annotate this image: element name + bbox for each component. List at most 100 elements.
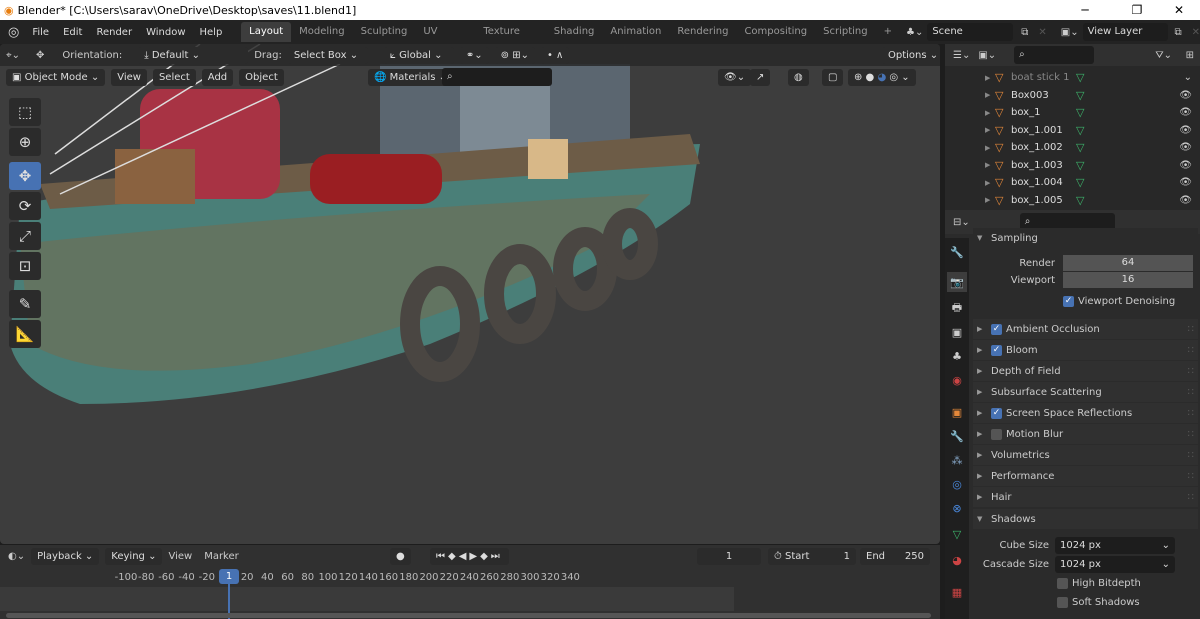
panel-ambient-occlusion[interactable]: ▶ ✓ Ambient Occlusion ∷ <box>973 319 1198 339</box>
world-tab-icon[interactable]: ◉ <box>947 370 967 390</box>
visibility-eye-icon[interactable]: 👁 <box>1179 160 1192 171</box>
panel-depth-of-field[interactable]: ▶ Depth of Field ∷ <box>973 361 1198 381</box>
object-tab-icon[interactable]: ▣ <box>947 402 967 422</box>
panel-shadows[interactable]: ▼ Shadows <box>973 509 1198 529</box>
menu-edit[interactable]: Edit <box>56 27 89 38</box>
tool-tab-icon[interactable]: 🔧 <box>947 242 967 262</box>
drag-handle-icon[interactable]: ∷ <box>1188 429 1194 440</box>
tab-scripting[interactable]: Scripting <box>815 22 875 42</box>
view-layer-icon[interactable]: ▣⌄ <box>1061 27 1079 38</box>
overlay-icon[interactable]: ◍ <box>788 68 809 86</box>
cascade-size-dropdown[interactable]: 1024 px ⌄ <box>1055 556 1175 573</box>
display-mode-icon[interactable]: ☰⌄ <box>953 50 970 61</box>
add-menu[interactable]: Add <box>201 68 234 86</box>
expand-icon[interactable]: ▶ <box>985 109 995 117</box>
xray-icon[interactable]: ▢ <box>822 68 844 86</box>
visibility-eye-icon[interactable]: 👁 <box>1179 90 1192 101</box>
panel-performance[interactable]: ▶ Performance ∷ <box>973 466 1198 486</box>
drag-handle-icon[interactable]: ∷ <box>1188 450 1194 461</box>
high-bitdepth-checkbox[interactable]: High Bitdepth <box>1057 578 1141 589</box>
drag-handle-icon[interactable]: ∷ <box>1188 345 1194 356</box>
panel-volumetrics[interactable]: ▶ Volumetrics ∷ <box>973 445 1198 465</box>
expand-icon[interactable]: ▶ <box>985 161 995 169</box>
new-collection-icon[interactable]: ⊞ <box>1186 50 1194 61</box>
tab-texture-paint[interactable]: Texture Paint <box>475 22 545 57</box>
constraints-tab-icon[interactable]: ⊗ <box>947 498 967 518</box>
drag-handle-icon[interactable]: ∷ <box>1188 408 1194 419</box>
menu-render[interactable]: Render <box>89 27 139 38</box>
scene-field[interactable]: Scene <box>927 23 1014 41</box>
scene-tab-icon[interactable]: ♣ <box>947 346 967 366</box>
drag-handle-icon[interactable]: ∷ <box>1188 492 1194 503</box>
outliner-item[interactable]: ▶ ▽ box_1.003 ▽ 👁 <box>945 157 1200 174</box>
tab-layout[interactable]: Layout <box>241 22 292 42</box>
viewport-denoising-checkbox[interactable]: ✓ Viewport Denoising <box>1063 296 1175 307</box>
checkbox-unchecked-icon[interactable] <box>991 428 1002 440</box>
outliner-item[interactable]: ▶ ▽ box_1.005 ▽ 👁 <box>945 192 1200 209</box>
panel-hair[interactable]: ▶ Hair ∷ <box>973 487 1198 507</box>
orientation-dropdown[interactable]: ⤓ Default ⌄ <box>138 46 249 64</box>
tab-compositing[interactable]: Compositing <box>736 22 815 42</box>
visibility-icon[interactable]: 👁⌄ <box>718 68 752 86</box>
outliner-item[interactable]: ▶ ▽ box_1.002 ▽ 👁 <box>945 139 1200 156</box>
expand-icon[interactable]: ▶ <box>985 91 995 99</box>
cursor-tool-icon[interactable]: ⊕ <box>9 128 41 156</box>
options-dropdown[interactable]: Options ⌄ <box>882 46 940 64</box>
cube-size-dropdown[interactable]: 1024 px ⌄ <box>1055 537 1175 554</box>
transform-tool-icon[interactable]: ⊡ <box>9 252 41 280</box>
checkbox-checked-icon[interactable]: ✓ <box>991 407 1002 419</box>
measure-tool-icon[interactable]: 📐 <box>9 320 41 348</box>
drag-handle-icon[interactable]: ∷ <box>1188 324 1194 335</box>
outliner-search-input[interactable]: ⌕ <box>1014 46 1095 64</box>
view-menu[interactable]: View <box>168 551 192 562</box>
material-tab-icon[interactable]: ◕ <box>947 550 967 570</box>
menu-file[interactable]: File <box>25 27 56 38</box>
panel-sampling[interactable]: ▼ Sampling <box>973 228 1198 248</box>
physics-tab-icon[interactable]: ◎ <box>947 474 967 494</box>
select-box-tool-icon[interactable]: ⬚ <box>9 98 41 126</box>
object-menu[interactable]: Object <box>239 68 284 86</box>
editor-type-clock-icon[interactable]: ◐⌄ <box>8 551 25 562</box>
viewport-samples-field[interactable]: 16 <box>1063 272 1193 288</box>
expand-icon[interactable]: ▶ <box>985 196 995 204</box>
view-layer-field[interactable]: View Layer <box>1082 23 1169 41</box>
panel-bloom[interactable]: ▶ ✓ Bloom ∷ <box>973 340 1198 360</box>
drag-dropdown[interactable]: Select Box ⌄ <box>287 46 368 64</box>
gizmo-icon[interactable]: ↗ <box>750 68 771 86</box>
texture-tab-icon[interactable]: ▦ <box>947 582 967 602</box>
visibility-eye-icon[interactable]: 👁 <box>1179 107 1192 118</box>
panel-screen-space-reflections[interactable]: ▶ ✓ Screen Space Reflections ∷ <box>973 403 1198 423</box>
3d-viewport[interactable]: ⌖⌄ ✥ Orientation: ⤓ Default ⌄ Drag: Sele… <box>0 44 940 544</box>
outliner-item[interactable]: ▶ ▽ box_1.004 ▽ 👁 <box>945 174 1200 191</box>
menu-help[interactable]: Help <box>193 27 230 38</box>
snap-icon[interactable]: ⊚ ⊞⌄ <box>494 46 535 64</box>
visibility-eye-icon[interactable]: 👁 <box>1179 142 1192 153</box>
visibility-eye-icon[interactable]: 👁 <box>1179 125 1192 136</box>
outliner-item[interactable]: ▶ ▽ Box003 ▽ 👁 <box>945 87 1200 104</box>
panel-subsurface-scattering[interactable]: ▶ Subsurface Scattering ∷ <box>973 382 1198 402</box>
filter-view-icon[interactable]: ▣⌄ <box>978 50 996 61</box>
new-view-layer-icon[interactable]: ⧉ <box>1174 27 1181 38</box>
new-scene-icon[interactable]: ⧉ <box>1021 27 1028 38</box>
tab-shading[interactable]: Shading <box>546 22 603 42</box>
tab-rendering[interactable]: Rendering <box>669 22 736 42</box>
outliner-item[interactable]: ▶ ▽ box_1.001 ▽ 👁 <box>945 122 1200 139</box>
remove-scene-icon[interactable]: ✕ <box>1038 27 1046 38</box>
particles-tab-icon[interactable]: ⁂ <box>947 450 967 470</box>
modifier-tab-icon[interactable]: 🔧 <box>947 426 967 446</box>
drag-handle-icon[interactable]: ∷ <box>1188 471 1194 482</box>
blender-menu-icon[interactable]: ◎ <box>8 25 19 40</box>
marker-menu[interactable]: Marker <box>204 551 239 562</box>
view-menu[interactable]: View <box>111 68 147 86</box>
playhead-frame-label[interactable]: 1 <box>219 569 239 584</box>
record-button[interactable]: ● <box>390 547 411 565</box>
shading-modes[interactable]: ⊕ ● ◕ ◎ ⌄ <box>848 68 916 86</box>
minimize-button[interactable]: ─ <box>1062 0 1108 20</box>
proportional-edit-icon[interactable]: • ∧ <box>540 46 570 64</box>
end-frame-field[interactable]: End 250 <box>860 547 930 565</box>
transform-orientation-dropdown[interactable]: ⟀ Global ⌄ <box>383 46 454 64</box>
close-button[interactable]: ✕ <box>1156 0 1200 20</box>
data-tab-icon[interactable]: ▽ <box>947 524 967 544</box>
outliner-item[interactable]: ▶ ▽ box_1 ▽ 👁 <box>945 104 1200 121</box>
expand-icon[interactable]: ▶ <box>985 74 995 82</box>
